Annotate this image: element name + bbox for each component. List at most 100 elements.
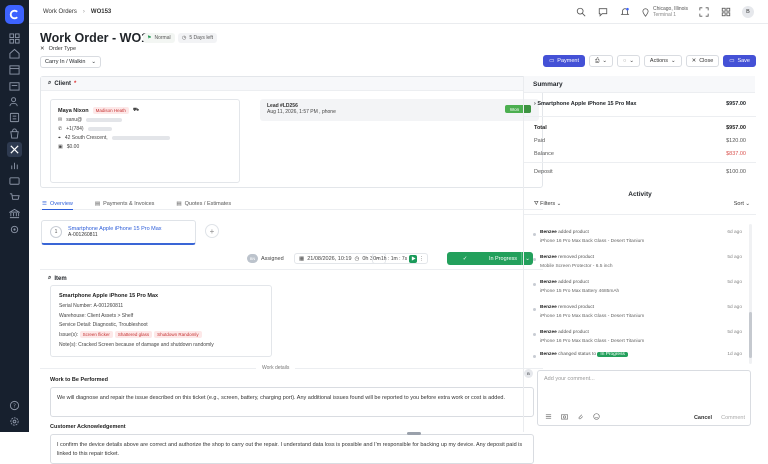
actions-button[interactable]: Actions⌄ [644,55,682,67]
user-avatar[interactable]: B [742,6,754,18]
resize-handle[interactable] [407,432,421,435]
device-tab[interactable]: 1 Smartphone Apple iPhone 15 Pro MaxA-00… [41,220,196,245]
breadcrumb-separator: › [83,9,85,15]
truck-icon: ⛟ [133,107,139,114]
calendar-icon: ▦ [299,256,304,262]
activity-scrollbar[interactable] [749,224,752,364]
emoji-icon[interactable] [593,413,600,420]
more-vertical-icon[interactable]: ⋮ [419,256,424,262]
status-dropdown[interactable]: ✓In Progress⌄ [447,252,533,265]
sidebar-item-help[interactable]: ? [7,398,22,413]
save-button[interactable]: ▭Save [723,55,756,67]
breadcrumb-root[interactable]: Work Orders [43,9,77,15]
chevron-down-icon: ⌄ [557,201,562,207]
tab-overview[interactable]: ☰Overview [42,198,73,210]
sidebar-item-pos[interactable] [7,78,22,93]
warehouse-value: Client Assets > Shelf [87,313,133,319]
printer-icon: ⎙ [595,58,599,65]
breadcrumb-current: WO153 [91,9,111,15]
sidebar-item-settings[interactable] [7,222,22,237]
close-label: Close [699,58,713,64]
location-pin-icon [641,8,650,17]
assigned-indicator[interactable]: BNAssigned [247,253,284,264]
chevron-down-icon: ⌄ [602,58,607,64]
summary-line-item[interactable]: › Smartphone Apple iPhone 15 Pro Max$957… [534,101,746,107]
issue-chip: Shattered glass [115,331,152,338]
add-device-button[interactable]: + [205,224,219,238]
wrench-icon: ✕ [40,46,45,52]
list-icon[interactable] [545,413,552,420]
top-bar-actions: Chicago, IllinoisTerminal 1 B [575,0,754,24]
client-info-card[interactable]: Maya NixonMadison Heath⛟ ✉sanu@ ✆+1(784)… [50,99,240,183]
bell-icon[interactable] [619,6,631,18]
payment-button[interactable]: ▭Payment [543,55,585,67]
activity-action: changed status to [558,352,596,357]
sidebar-item-preferences[interactable] [7,414,22,429]
search-icon[interactable] [575,6,587,18]
sort-button[interactable]: Sort ⌄ [734,201,750,208]
sidebar-item-repairs[interactable] [7,142,22,157]
sidebar-item-home[interactable] [7,46,22,61]
client-name[interactable]: Maya Nixon [58,108,89,114]
redacted-email [86,118,122,122]
serial-label: Serial Number: [59,303,92,309]
sidebar-item-reports[interactable] [7,158,22,173]
scrollbar-thumb[interactable] [749,312,752,358]
tab-quotes[interactable]: ▤Quotes / Estimates [176,198,231,210]
apps-icon[interactable] [720,6,732,18]
top-bar: Work Orders › WO153 Chicago, IllinoisTer… [29,0,768,24]
cancel-comment-button[interactable]: Cancel [694,415,712,421]
map-pin-icon: ⌖ [58,135,61,141]
client-address: 42 South Crescent, [65,135,108,141]
calendar-icon [9,64,20,75]
sidebar-item-messages[interactable] [7,174,22,189]
print-button[interactable]: ⎙⌄ [589,55,613,67]
app-logo[interactable] [5,5,24,24]
work-timer[interactable]: ◔1h : 1m : 7s⋮ [372,253,428,264]
fullscreen-icon[interactable] [698,6,710,18]
comment-input[interactable]: Add your comment... [544,376,595,382]
close-button[interactable]: ✕Close [686,55,720,67]
sidebar-item-purchasing[interactable] [7,190,22,205]
priority-label: Normal [154,35,170,41]
more-button[interactable]: ◌⌄ [617,55,640,67]
submit-comment-button[interactable]: Comment [721,415,745,421]
play-icon[interactable] [409,255,417,263]
activity-feed[interactable]: Benzee added productiPhone 16 Pro Max Ba… [530,224,754,364]
activity-detail: iPhone 16 Pro Max Back Glass - Desert Ti… [540,314,644,319]
summary-label: Deposit [534,169,553,175]
dots-icon: ◌ [623,58,626,64]
comment-box[interactable]: Add your comment... Cancel Comment [537,370,751,426]
work-to-perform-textarea[interactable]: We will diagnose and repair the issue de… [50,387,534,417]
sidebar-item-customers[interactable] [7,94,22,109]
location-selector[interactable]: Chicago, IllinoisTerminal 1 [641,6,688,18]
chat-icon[interactable] [597,6,609,18]
sidebar-item-inventory[interactable] [7,126,22,141]
sidebar-item-bank[interactable] [7,206,22,221]
tab-payments[interactable]: ▤Payments & Invoices [95,198,155,210]
filters-button[interactable]: ⛛ Filters ⌄ [534,201,561,208]
lead-card[interactable]: Lead #LD256 Aug 11, 2026, 1:57 PM , phon… [260,99,539,121]
activity-user: Benzee [540,305,557,310]
detail-tabs: ☰Overview ▤Payments & Invoices ▤Quotes /… [40,198,543,210]
sidebar-item-calendar[interactable] [7,62,22,77]
item-card[interactable]: Smartphone Apple iPhone 15 Pro Max Seria… [50,285,272,357]
ticket-icon [9,112,20,123]
summary-value: $957.00 [726,125,746,131]
acknowledgement-textarea[interactable]: I confirm the device details above are c… [50,434,534,464]
assigned-label: Assigned [261,256,284,262]
search-icon: ⌕ [48,80,51,87]
wallet-icon: ▣ [58,144,63,150]
camera-icon[interactable] [561,413,568,420]
order-type-select[interactable]: Carry In / Walkin⌄ [40,56,101,68]
client-phone: +1(784) [66,126,83,132]
lead-subtitle: Aug 11, 2026, 1:57 PM , phone [267,109,532,115]
required-marker: * [74,81,76,87]
gear-icon [9,224,20,235]
filters-label: Filters [540,201,555,207]
attachment-icon[interactable] [577,413,584,420]
timeline-dot [533,308,536,311]
sidebar-item-dashboard[interactable] [7,31,22,46]
sidebar-item-leads[interactable] [7,110,22,125]
datetime-value: 21/08/2026, 10:19 [307,256,351,262]
